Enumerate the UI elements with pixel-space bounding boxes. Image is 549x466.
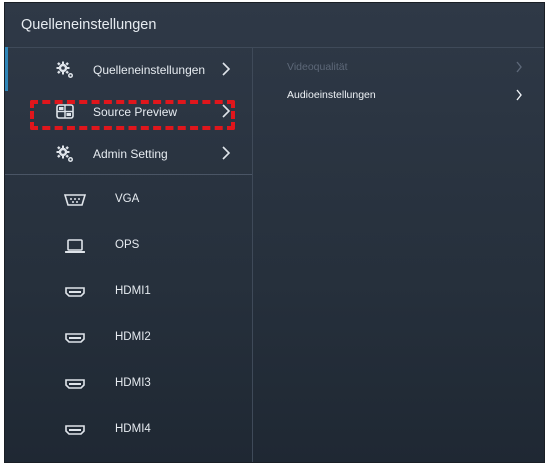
settings-window: Quelleneinstellungen Quelleneinstellunge… <box>4 2 545 463</box>
source-label: HDMI4 <box>115 423 151 435</box>
chevron-right-icon <box>516 89 522 101</box>
hdmi-port-icon <box>65 287 85 297</box>
vga-port-icon <box>63 194 87 206</box>
hdmi-port-icon <box>65 379 85 389</box>
source-preview-icon <box>56 104 74 119</box>
chevron-right-icon <box>516 61 522 73</box>
submenu-item-label: Audioeinstellungen <box>287 89 376 101</box>
menu-item-source-preview[interactable]: Source Preview <box>5 91 252 133</box>
submenu-panel: Videoqualität Audioeinstellungen <box>253 47 544 462</box>
source-item-ops[interactable]: OPS <box>5 223 252 269</box>
submenu-item-label: Videoqualität <box>287 61 348 73</box>
submenu-item-videoqualitaet: Videoqualität <box>253 53 544 81</box>
source-label: HDMI2 <box>115 331 151 343</box>
source-label: HDMI1 <box>115 285 151 297</box>
gear-icon <box>56 61 73 78</box>
chevron-right-icon <box>222 62 231 76</box>
hdmi-port-icon <box>65 333 85 343</box>
menu-item-label: Source Preview <box>93 105 178 119</box>
chevron-right-icon <box>222 104 231 118</box>
source-label: HDMI3 <box>115 377 151 389</box>
source-item-hdmi4[interactable]: HDMI4 <box>5 407 252 453</box>
window-title: Quelleneinstellungen <box>21 17 157 33</box>
source-label: VGA <box>115 193 140 205</box>
menu-item-label: Quelleneinstellungen <box>93 63 206 77</box>
menu-item-quelleneinstellungen[interactable]: Quelleneinstellungen <box>5 49 252 91</box>
menu-item-label: Admin Setting <box>93 147 168 161</box>
laptop-icon <box>65 239 85 253</box>
source-item-hdmi3[interactable]: HDMI3 <box>5 361 252 407</box>
chevron-right-icon <box>222 146 231 160</box>
hdmi-port-icon <box>65 425 85 435</box>
menu-item-admin-setting[interactable]: Admin Setting <box>5 133 252 175</box>
source-item-vga[interactable]: VGA <box>5 177 252 223</box>
submenu-item-audioeinstellungen[interactable]: Audioeinstellungen <box>253 81 544 109</box>
sidebar: Quelleneinstellungen Source Preview Admi… <box>5 47 253 462</box>
source-label: OPS <box>115 239 140 251</box>
sidebar-divider <box>5 174 252 175</box>
source-item-hdmi1[interactable]: HDMI1 <box>5 269 252 315</box>
title-bar: Quelleneinstellungen <box>5 3 544 48</box>
gear-icon <box>56 145 73 162</box>
source-item-hdmi2[interactable]: HDMI2 <box>5 315 252 361</box>
